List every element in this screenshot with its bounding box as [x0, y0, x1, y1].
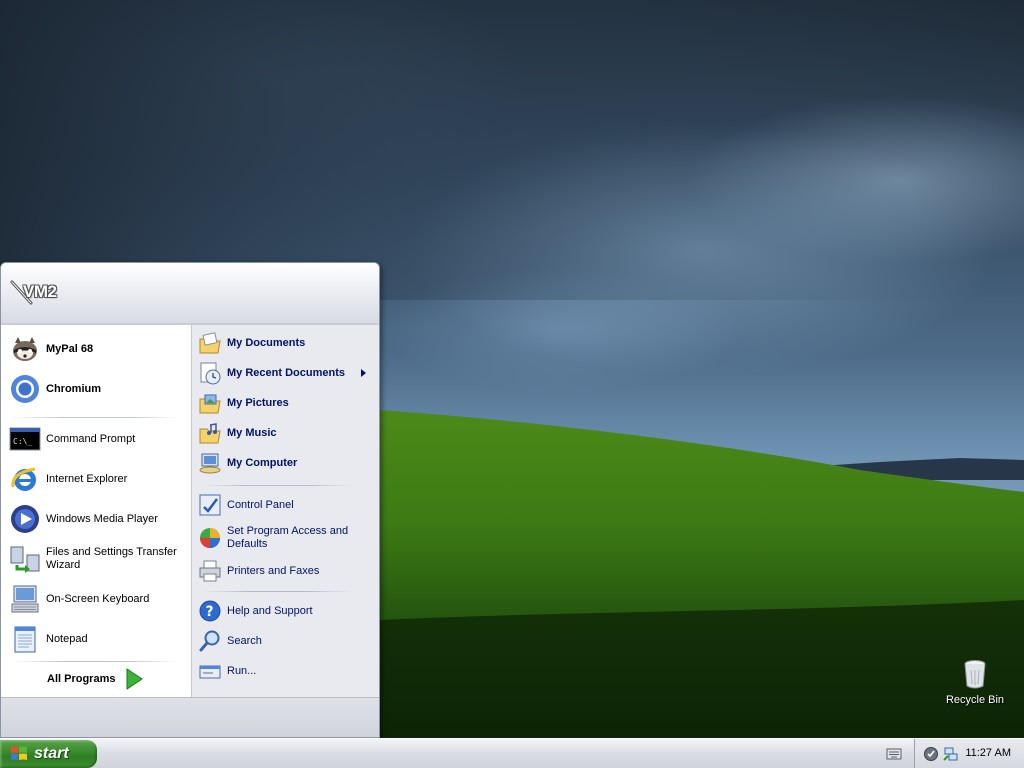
transfer-wizard-icon	[10, 546, 40, 573]
internet-explorer-icon	[11, 467, 36, 491]
my-music-icon	[199, 423, 221, 444]
place-my-recent-documents[interactable]: My Recent Documents	[198, 359, 376, 387]
media-player-icon	[11, 505, 39, 533]
recent-item-label: On-Screen Keyboard	[46, 592, 150, 605]
recent-item-media-player[interactable]: Windows Media Player	[9, 501, 185, 537]
recent-item-command-prompt[interactable]: C:\_ Command Prompt	[9, 421, 185, 457]
search-icon	[199, 630, 220, 652]
my-pictures-icon	[199, 394, 221, 414]
recent-item-notepad[interactable]: Notepad	[9, 621, 185, 657]
setting-printers-faxes[interactable]: Printers and Faxes	[198, 557, 376, 585]
svg-text:C:\_: C:\_	[13, 437, 32, 446]
start-button[interactable]: start	[0, 740, 97, 768]
search-item[interactable]: Search	[198, 627, 376, 655]
separator	[13, 661, 178, 662]
system-tray: 11:27 AM	[914, 739, 1024, 768]
setting-label: Set Program Access and Defaults	[227, 525, 349, 550]
place-my-pictures[interactable]: My Pictures	[198, 389, 376, 417]
place-my-music[interactable]: My Music	[198, 419, 376, 447]
help-label: Help and Support	[227, 604, 313, 617]
pinned-item-label: Chromium	[46, 382, 101, 395]
help-label: Search	[227, 634, 262, 647]
help-icon: ?	[199, 600, 221, 622]
all-programs-label: All Programs	[47, 673, 116, 685]
printer-icon	[199, 560, 221, 582]
setting-label: Printers and Faxes	[227, 564, 320, 577]
submenu-arrow-icon	[361, 369, 366, 377]
control-panel-icon	[199, 494, 221, 516]
keyboard-icon[interactable]	[886, 747, 902, 761]
recent-item-label: Command Prompt	[46, 432, 136, 445]
chromium-icon	[11, 375, 39, 403]
raccoon-icon	[13, 337, 37, 361]
network-icon[interactable]	[943, 746, 959, 762]
recent-item-label: Notepad	[46, 632, 88, 645]
start-menu-places-pane: My Documents My Recent Documents My Pict…	[191, 325, 379, 697]
recent-item-label: Windows Media Player	[46, 512, 158, 525]
start-menu-programs-pane: MyPal 68 Chromium C:\_ Command Prompt In…	[1, 325, 191, 697]
taskbar: start 11:27 AM	[0, 738, 1024, 768]
pinned-item-chromium[interactable]: Chromium	[9, 371, 185, 407]
start-label: start	[34, 745, 69, 762]
setting-label: Control Panel	[227, 498, 294, 511]
arrow-right-icon	[126, 668, 144, 690]
user-name: VM2	[23, 282, 57, 301]
notepad-icon	[14, 626, 36, 653]
separator	[202, 591, 352, 592]
command-prompt-icon: C:\_	[9, 427, 41, 451]
setting-program-access[interactable]: Set Program Access and Defaults	[198, 521, 376, 555]
help-and-support-item[interactable]: ? Help and Support	[198, 597, 376, 625]
place-label: My Documents	[227, 336, 306, 349]
onscreen-keyboard-icon	[11, 585, 39, 613]
clock[interactable]: 11:27 AM	[965, 747, 1011, 759]
program-defaults-icon	[200, 528, 220, 548]
svg-text:?: ?	[206, 604, 214, 620]
setting-control-panel[interactable]: Control Panel	[198, 491, 376, 519]
run-item[interactable]: Run...	[198, 657, 376, 685]
place-my-documents[interactable]: My Documents	[198, 329, 376, 357]
place-label: My Recent Documents	[227, 366, 345, 379]
start-menu-header: VM2	[1, 263, 379, 325]
place-label: My Pictures	[227, 396, 289, 409]
recent-item-transfer-wizard[interactable]: Files and Settings Transfer Wizard	[9, 541, 185, 577]
separator	[202, 485, 352, 486]
all-programs-button[interactable]: All Programs	[47, 667, 157, 691]
recent-documents-icon	[200, 362, 221, 385]
recycle-bin-label: Recycle Bin	[945, 694, 1005, 706]
recycle-bin-shortcut[interactable]: Recycle Bin	[940, 658, 1010, 706]
start-menu-footer	[1, 697, 379, 737]
recent-item-internet-explorer[interactable]: Internet Explorer	[9, 461, 185, 497]
place-label: My Computer	[227, 456, 298, 469]
help-label: Run...	[227, 664, 257, 677]
recycle-bin-icon	[964, 660, 986, 689]
place-my-computer[interactable]: My Computer	[198, 449, 376, 477]
separator	[13, 417, 178, 418]
place-label: My Music	[227, 426, 277, 439]
pinned-item-mypal[interactable]: MyPal 68	[9, 331, 185, 367]
recent-item-onscreen-keyboard[interactable]: On-Screen Keyboard	[9, 581, 185, 617]
run-icon	[199, 665, 221, 679]
recent-item-label: Files and Settings Transfer Wizard	[46, 546, 177, 571]
my-computer-icon	[199, 453, 221, 474]
my-documents-icon	[199, 332, 221, 354]
shield-icon[interactable]	[923, 746, 939, 762]
windows-flag-icon	[11, 746, 27, 760]
recent-item-label: Internet Explorer	[46, 472, 128, 485]
start-menu: VM2 MyPal 68 Chromium C:\_ Command Promp…	[0, 262, 380, 738]
pinned-item-label: MyPal 68	[46, 342, 94, 355]
